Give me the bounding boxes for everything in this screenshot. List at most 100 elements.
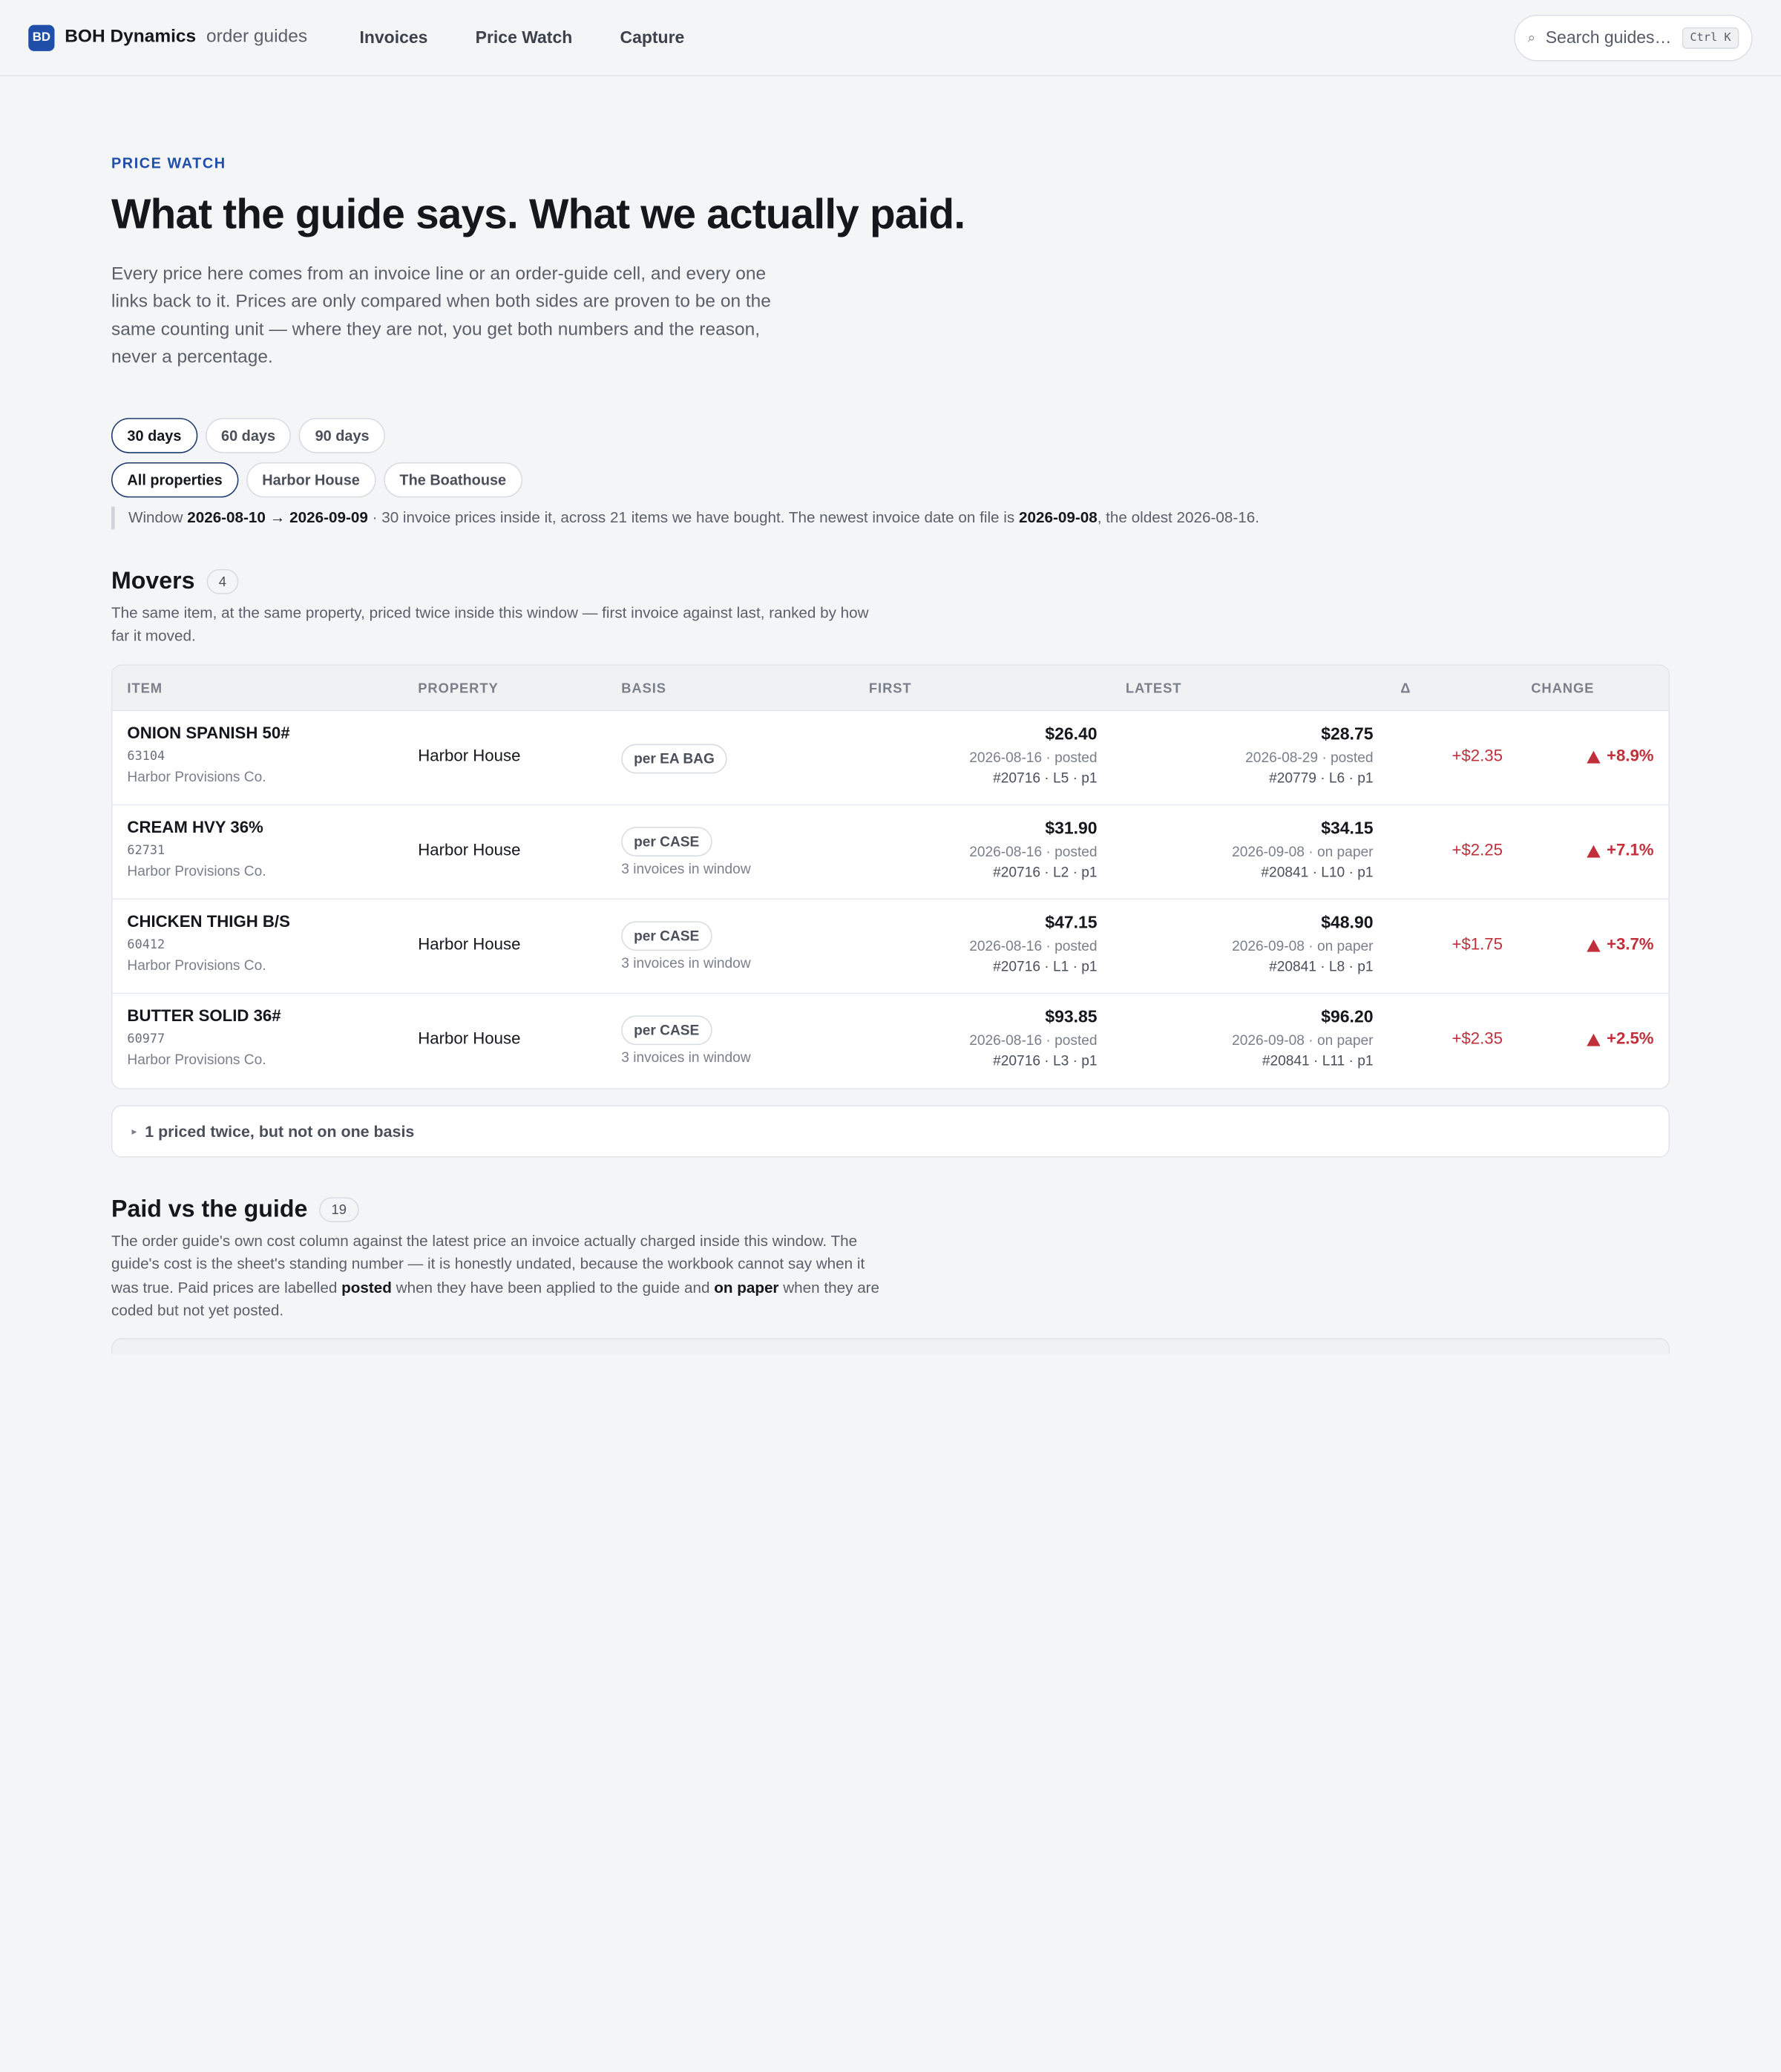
col-item[interactable]: ITEM [127, 681, 163, 696]
nav-price-watch[interactable]: Price Watch [476, 27, 573, 47]
not-one-basis-label: 1 priced twice, but not on one basis [145, 1122, 415, 1141]
top-bar: BD BOH Dynamics order guides Invoices Pr… [0, 0, 1781, 76]
movers-table-header: ITEM PROPERTY BASIS FIRST LATEST Δ CHANG… [112, 665, 1669, 712]
day-range-filter: 30 days 60 days 90 days [111, 418, 386, 453]
filter-the-boathouse[interactable]: The Boathouse [383, 462, 522, 498]
table-row[interactable]: CREAM HVY 36% 62731 Harbor Provisions Co… [112, 805, 1669, 900]
filter-all-properties[interactable]: All properties [111, 462, 239, 498]
first-price: $31.90 [1045, 819, 1098, 839]
property-cell: Harbor House [418, 1030, 521, 1049]
latest-invoice-link[interactable]: #20841 · L11 · p1 [1232, 1053, 1374, 1069]
delta-cell: +$2.25 [1452, 842, 1503, 860]
first-price: $47.15 [1045, 913, 1098, 933]
basis-cell: per CASE 3 invoices in window [621, 827, 751, 877]
guide-description: The order guide's own cost column agains… [111, 1230, 884, 1323]
window-summary: Window 2026-08-10 → 2026-09-09 · 30 invo… [111, 506, 1259, 530]
window-description: · 30 invoice prices inside it, across 21… [372, 508, 1015, 526]
basis-note: 3 invoices in window [621, 1049, 751, 1066]
col-delta[interactable]: Δ [1400, 681, 1411, 696]
increase-arrow-icon [1587, 1033, 1601, 1046]
disclosure-triangle-icon: ▸ [131, 1125, 137, 1137]
col-property[interactable]: PROPERTY [418, 681, 498, 696]
brand-logo-icon[interactable]: BD [28, 24, 55, 51]
window-arrow: → [269, 508, 286, 526]
first-price: $93.85 [1045, 1007, 1098, 1027]
nav-capture[interactable]: Capture [620, 27, 685, 47]
latest-price-cell: $28.75 2026-08-29 · posted #20779 · L6 ·… [1245, 725, 1373, 787]
latest-price-meta: 2026-09-08 · on paper [1232, 844, 1374, 860]
latest-price: $34.15 [1321, 819, 1374, 839]
latest-invoice-link[interactable]: #20779 · L6 · p1 [1245, 770, 1373, 786]
latest-price-meta: 2026-09-08 · on paper [1232, 938, 1374, 954]
first-price-meta: 2026-08-16 · posted [969, 844, 1098, 860]
item-cell: CHICKEN THIGH B/S 60412 Harbor Provision… [127, 914, 289, 974]
search-placeholder: Search guides… [1545, 28, 1672, 48]
basis-tag: per EA BAG [621, 744, 727, 774]
filter-60-days[interactable]: 60 days [205, 418, 292, 453]
first-invoice-link[interactable]: #20716 · L5 · p1 [969, 770, 1097, 786]
item-name[interactable]: CHICKEN THIGH B/S [127, 914, 289, 931]
change-cell: +2.5% [1587, 1030, 1654, 1049]
table-row[interactable]: CHICKEN THIGH B/S 60412 Harbor Provision… [112, 899, 1669, 994]
item-name[interactable]: ONION SPANISH 50# [127, 725, 289, 743]
col-basis[interactable]: BASIS [621, 681, 666, 696]
latest-price: $96.20 [1321, 1007, 1374, 1027]
property-cell: Harbor House [418, 936, 521, 954]
filter-30-days[interactable]: 30 days [111, 418, 197, 453]
filter-90-days[interactable]: 90 days [299, 418, 386, 453]
item-code: 62731 [127, 842, 165, 858]
main-nav: Invoices Price Watch Capture [360, 27, 685, 47]
basis-cell: per CASE 3 invoices in window [621, 921, 751, 971]
not-one-basis-disclosure[interactable]: ▸ 1 priced twice, but not on one basis [111, 1105, 1670, 1158]
first-price-cell: $26.40 2026-08-16 · posted #20716 · L5 ·… [969, 725, 1097, 787]
table-row[interactable]: BUTTER SOLID 36# 60977 Harbor Provisions… [113, 994, 1669, 1088]
property-filter: All properties Harbor House The Boathous… [111, 462, 522, 498]
brand-section: order guides [206, 27, 308, 47]
basis-tag: per CASE [621, 1015, 712, 1046]
guide-title: Paid vs the guide [111, 1196, 308, 1222]
table-row[interactable]: ONION SPANISH 50# 63104 Harbor Provision… [112, 711, 1669, 806]
col-latest[interactable]: LATEST [1126, 681, 1182, 696]
item-cell: ONION SPANISH 50# 63104 Harbor Provision… [127, 725, 289, 785]
latest-invoice-link[interactable]: #20841 · L8 · p1 [1232, 959, 1373, 974]
first-invoice-link[interactable]: #20716 · L1 · p1 [969, 959, 1097, 974]
item-code: 60977 [127, 1031, 165, 1046]
movers-count-badge: 4 [206, 568, 239, 594]
guide-table-header [111, 1338, 1670, 1354]
item-name[interactable]: BUTTER SOLID 36# [127, 1008, 281, 1026]
change-cell: +7.1% [1587, 842, 1654, 860]
guide-count-badge: 19 [318, 1197, 359, 1222]
item-code: 63104 [127, 748, 165, 764]
item-cell: BUTTER SOLID 36# 60977 Harbor Provisions… [127, 1008, 281, 1068]
guide-header: Paid vs the guide 19 [111, 1196, 359, 1224]
first-invoice-link[interactable]: #20716 · L3 · p1 [969, 1053, 1097, 1069]
nav-invoices[interactable]: Invoices [360, 27, 428, 47]
change-cell: +3.7% [1587, 936, 1654, 954]
latest-price-cell: $96.20 2026-09-08 · on paper #20841 · L1… [1232, 1008, 1373, 1069]
page-lede: Every price here comes from an invoice l… [111, 264, 771, 367]
col-change[interactable]: CHANGE [1531, 681, 1594, 696]
item-vendor: Harbor Provisions Co. [127, 863, 266, 879]
movers-header: Movers 4 [111, 568, 239, 595]
change-percent: +2.5% [1606, 1030, 1654, 1049]
filter-harbor-house[interactable]: Harbor House [246, 462, 376, 498]
guide-desc-posted: posted [341, 1279, 392, 1296]
increase-arrow-icon [1587, 750, 1601, 763]
item-cell: CREAM HVY 36% 62731 Harbor Provisions Co… [127, 819, 266, 879]
basis-cell: per EA BAG [621, 744, 727, 774]
latest-invoice-link[interactable]: #20841 · L10 · p1 [1232, 865, 1373, 880]
window-start-date: 2026-08-10 [187, 508, 266, 526]
movers-table: ITEM PROPERTY BASIS FIRST LATEST Δ CHANG… [111, 664, 1670, 1089]
increase-arrow-icon [1587, 845, 1601, 857]
window-oldest: , the oldest 2026-08-16. [1097, 508, 1259, 526]
first-invoice-link[interactable]: #20716 · L2 · p1 [969, 865, 1097, 880]
item-name[interactable]: CREAM HVY 36% [127, 819, 266, 837]
delta-cell: +$2.35 [1452, 1030, 1503, 1049]
col-first[interactable]: FIRST [869, 681, 912, 696]
search-input[interactable]: ⌕ Search guides… Ctrl K [1514, 14, 1753, 62]
page-eyebrow: PRICE WATCH [111, 154, 226, 172]
movers-title: Movers [111, 568, 195, 594]
item-vendor: Harbor Provisions Co. [127, 957, 266, 974]
first-price-meta: 2026-08-16 · posted [969, 1032, 1098, 1049]
brand-name[interactable]: BOH Dynamics [65, 27, 196, 48]
